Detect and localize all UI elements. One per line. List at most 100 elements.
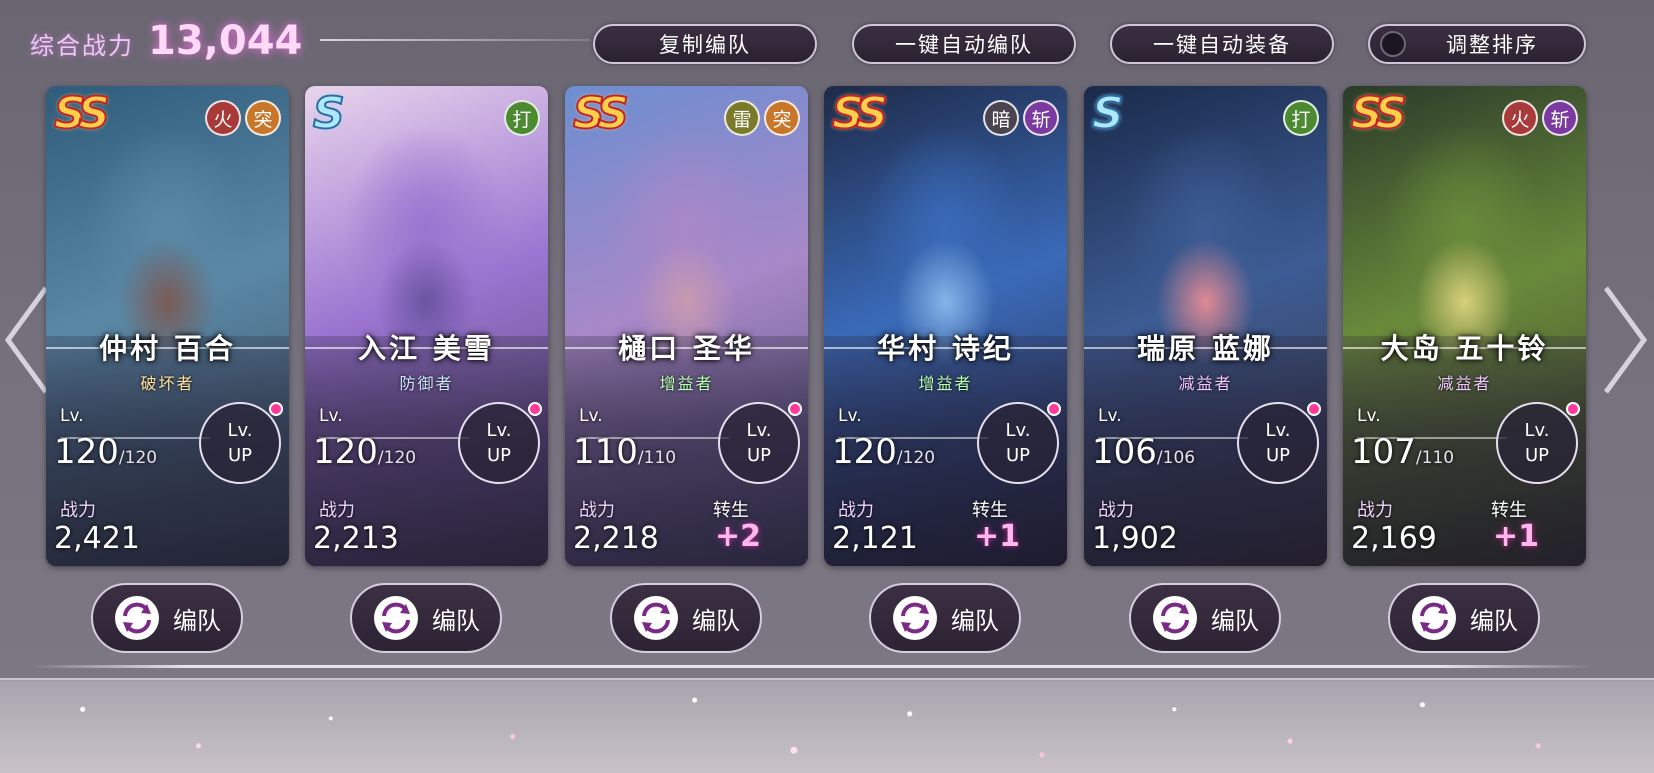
character-role: 增益者 — [918, 374, 973, 393]
toggle-indicator — [1380, 31, 1406, 57]
level-up-button[interactable]: Lv. UP — [1237, 402, 1319, 484]
level-value: 120/120 — [832, 432, 935, 472]
character-card[interactable]: SS 火斩 大岛 五十铃 减益者 Lv. 107/110 Lv. UP 战力 2,… — [1343, 86, 1586, 566]
attribute-tags: 打 — [1283, 100, 1319, 136]
level-up-button[interactable]: Lv. UP — [458, 402, 540, 484]
character-name: 樋口 圣华 — [618, 332, 755, 365]
character-name: 大岛 五十铃 — [1380, 332, 1549, 365]
prev-page-arrow-icon[interactable] — [0, 280, 52, 400]
character-name: 仲村 百合 — [99, 332, 236, 365]
attribute-tags: 火斩 — [1502, 100, 1578, 136]
level-max: /120 — [377, 448, 417, 468]
name-bar: 仲村 百合 — [46, 324, 289, 370]
notification-dot-icon — [1047, 402, 1061, 416]
attribute-tag: 打 — [1283, 100, 1319, 136]
character-card[interactable]: SS 暗斩 华村 诗纪 增益者 Lv. 120/120 Lv. UP 战力 2,1… — [824, 86, 1067, 566]
power-label: 战力 — [60, 500, 96, 521]
character-card[interactable]: SS 雷突 樋口 圣华 增益者 Lv. 110/110 Lv. UP 战力 2,2… — [565, 86, 808, 566]
level-up-button[interactable]: Lv. UP — [199, 402, 281, 484]
change-team-button[interactable]: 编队 — [610, 583, 762, 653]
level-value: 110/110 — [573, 432, 676, 472]
notification-dot-icon — [1566, 402, 1580, 416]
level-value: 107/110 — [1351, 432, 1454, 472]
power-value: 2,421 — [54, 521, 140, 556]
adjust-order-label: 调整排序 — [1446, 33, 1538, 57]
attribute-tag: 暗 — [983, 100, 1019, 136]
change-team-label: 编队 — [1470, 606, 1518, 635]
swap-icon — [1412, 596, 1456, 640]
level-max: /110 — [637, 448, 677, 468]
character-role: 增益者 — [659, 374, 714, 393]
level-current: 120 — [832, 432, 897, 472]
character-card[interactable]: SS 火突 仲村 百合 破坏者 Lv. 120/120 Lv. UP 战力 2,4… — [46, 86, 289, 566]
character-role: 减益者 — [1178, 374, 1233, 393]
level-label: Lv. — [60, 406, 84, 426]
level-up-line2: UP — [746, 445, 772, 466]
level-label: Lv. — [838, 406, 862, 426]
auto-team-button[interactable]: 一键自动编队 — [852, 24, 1076, 64]
level-up-line2: UP — [486, 445, 512, 466]
auto-equip-button[interactable]: 一键自动装备 — [1110, 24, 1334, 64]
level-value: 120/120 — [54, 432, 157, 472]
power-label: 战力 — [1357, 500, 1393, 521]
level-up-line1: Lv. — [486, 420, 512, 441]
level-up-line1: Lv. — [1265, 420, 1291, 441]
power-value: 2,121 — [832, 521, 918, 556]
sparkle-background — [0, 682, 1654, 773]
change-team-button[interactable]: 编队 — [350, 583, 502, 653]
copy-team-button[interactable]: 复制编队 — [593, 24, 817, 64]
level-up-line2: UP — [1265, 445, 1291, 466]
level-up-line2: UP — [1524, 445, 1550, 466]
level-max: /106 — [1156, 448, 1196, 468]
attribute-tags: 打 — [504, 100, 540, 136]
panel-divider — [30, 665, 1594, 668]
rebirth-value: +2 — [715, 519, 762, 554]
level-up-button[interactable]: Lv. UP — [977, 402, 1059, 484]
level-label: Lv. — [319, 406, 343, 426]
level-up-button[interactable]: Lv. UP — [718, 402, 800, 484]
power-value: 2,218 — [573, 521, 659, 556]
change-team-button[interactable]: 编队 — [1129, 583, 1281, 653]
character-card[interactable]: S 打 瑞原 蓝娜 减益者 Lv. 106/106 Lv. UP 战力 1,902 — [1084, 86, 1327, 566]
rarity-badge: SS — [831, 88, 889, 139]
level-up-line2: UP — [227, 445, 253, 466]
level-up-button[interactable]: Lv. UP — [1496, 402, 1578, 484]
level-current: 106 — [1092, 432, 1157, 472]
swap-icon — [115, 596, 159, 640]
rarity-badge: SS — [1350, 88, 1408, 139]
total-power-header: 综合战力 13,044 — [30, 18, 302, 68]
change-team-button[interactable]: 编队 — [1388, 583, 1540, 653]
attribute-tag: 火 — [205, 100, 241, 136]
level-current: 110 — [573, 432, 638, 472]
name-bar: 大岛 五十铃 — [1343, 324, 1586, 370]
attribute-tag: 突 — [764, 100, 800, 136]
notification-dot-icon — [788, 402, 802, 416]
character-name: 瑞原 蓝娜 — [1137, 332, 1274, 365]
character-role: 防御者 — [399, 374, 454, 393]
level-max: /120 — [896, 448, 936, 468]
level-current: 120 — [313, 432, 378, 472]
notification-dot-icon — [1307, 402, 1321, 416]
swap-icon — [1153, 596, 1197, 640]
change-team-label: 编队 — [692, 606, 740, 635]
power-label: 战力 — [838, 500, 874, 521]
change-team-button[interactable]: 编队 — [869, 583, 1021, 653]
name-bar: 瑞原 蓝娜 — [1084, 324, 1327, 370]
character-role: 减益者 — [1437, 374, 1492, 393]
attribute-tags: 暗斩 — [983, 100, 1059, 136]
level-up-line1: Lv. — [227, 420, 253, 441]
character-card[interactable]: S 打 入江 美雪 防御者 Lv. 120/120 Lv. UP 战力 2,213 — [305, 86, 548, 566]
swap-icon — [634, 596, 678, 640]
adjust-order-toggle[interactable]: 调整排序 — [1368, 24, 1586, 64]
rebirth-value: +1 — [1493, 519, 1540, 554]
notification-dot-icon — [528, 402, 542, 416]
change-team-label: 编队 — [173, 606, 221, 635]
notification-dot-icon — [269, 402, 283, 416]
change-team-button[interactable]: 编队 — [91, 583, 243, 653]
level-value: 120/120 — [313, 432, 416, 472]
next-page-arrow-icon[interactable] — [1600, 280, 1652, 400]
attribute-tags: 火突 — [205, 100, 281, 136]
attribute-tag: 雷 — [724, 100, 760, 136]
level-max: /110 — [1415, 448, 1455, 468]
level-value: 106/106 — [1092, 432, 1195, 472]
